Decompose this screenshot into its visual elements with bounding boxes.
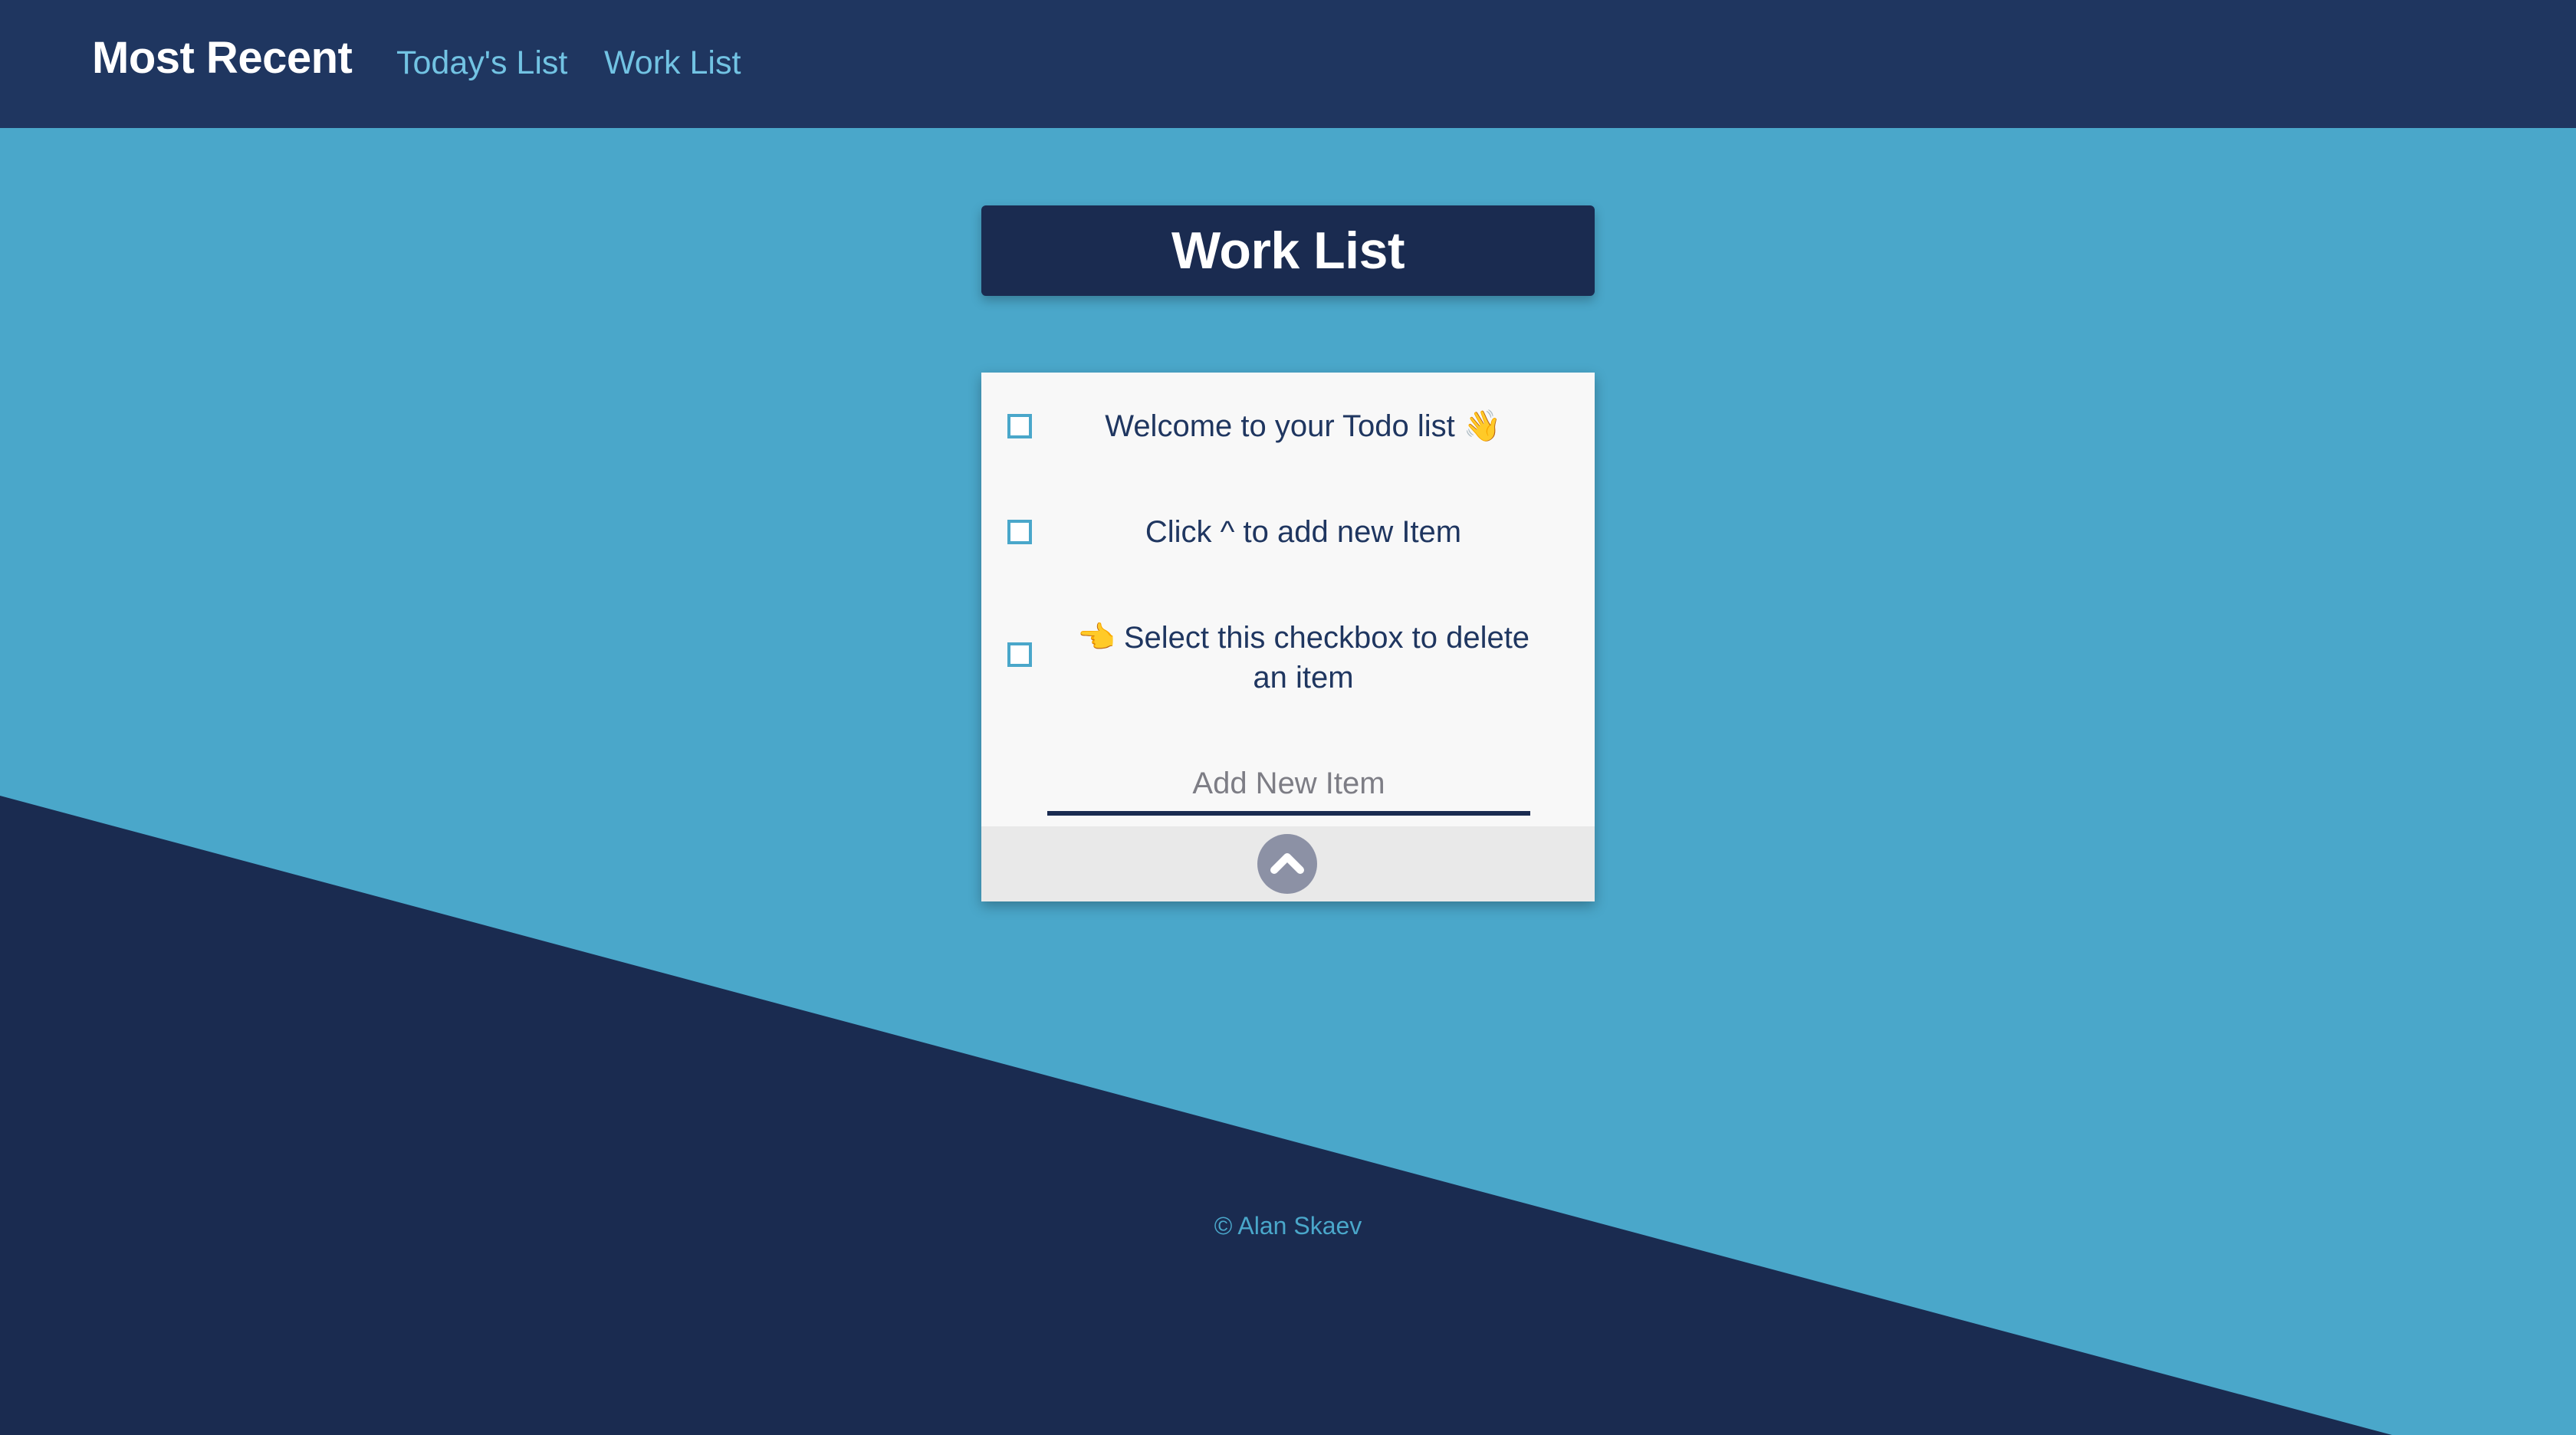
item-checkbox[interactable]	[1007, 414, 1032, 438]
brand-link[interactable]: Most Recent	[92, 32, 353, 84]
list-title-box: Work List	[981, 205, 1595, 296]
todo-card: Welcome to your Todo list 👋 Click ^ to a…	[981, 373, 1595, 901]
add-item-button[interactable]	[1257, 834, 1317, 894]
new-item-input[interactable]	[1047, 756, 1530, 816]
list-title: Work List	[1171, 222, 1405, 280]
todo-item: 👈 Select this checkbox to delete an item	[981, 615, 1595, 707]
navbar: Most Recent Today's List Work List	[0, 0, 2576, 128]
card-footer	[981, 826, 1595, 901]
chevron-up-icon	[1270, 853, 1304, 874]
todo-item: Click ^ to add new Item	[981, 507, 1595, 557]
footer-copyright: © Alan Skaev	[1214, 1212, 1362, 1240]
item-text: 👈 Select this checkbox to delete an item	[1076, 621, 1530, 695]
item-text: Click ^ to add new Item	[1145, 515, 1462, 549]
item-checkbox[interactable]	[1007, 642, 1032, 667]
todo-item: Welcome to your Todo list 👋	[981, 402, 1595, 451]
item-checkbox[interactable]	[1007, 520, 1032, 544]
nav-link-todays-list[interactable]: Today's List	[396, 44, 567, 82]
nav-link-work-list[interactable]: Work List	[604, 44, 741, 82]
item-text: Welcome to your Todo list 👋	[1105, 409, 1502, 443]
